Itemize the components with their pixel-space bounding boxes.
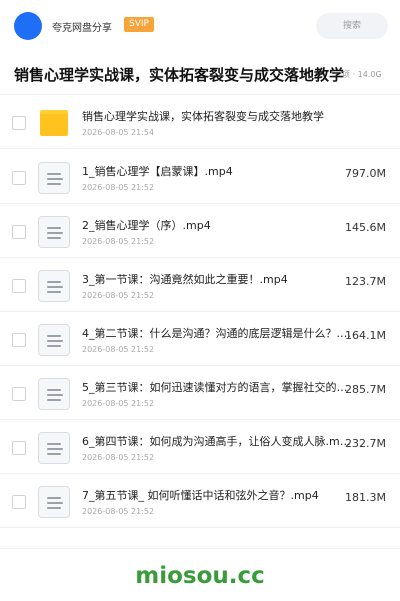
file-date: 2026-08-05 21:52: [82, 453, 155, 462]
file-name: 5_第三节课：如何迅速读懂对方的语言，掌握社交的主动权.mp4: [82, 381, 352, 394]
checkbox[interactable]: [12, 116, 26, 130]
avatar[interactable]: [14, 12, 42, 40]
video-file-icon: [38, 270, 70, 302]
file-date: 2026-08-05 21:52: [82, 399, 155, 408]
list-item[interactable]: 5_第三节课：如何迅速读懂对方的语言，掌握社交的主动权.mp4 2026-08-…: [0, 366, 400, 420]
list-item[interactable]: 6_第四节课：如何成为沟通高手，让俗人变成人脉.mp4 2026-08-05 2…: [0, 420, 400, 474]
checkbox[interactable]: [12, 225, 26, 239]
file-date: 2026-08-05 21:52: [82, 507, 155, 516]
folder-meta: 项 · 14.0G: [342, 70, 382, 79]
page-title: 销售心理学实战课，实体拓客裂变与成交落地教学: [14, 66, 344, 84]
video-file-icon: [38, 486, 70, 518]
video-file-icon: [38, 216, 70, 248]
svip-badge: SVIP: [124, 17, 154, 32]
file-size: 145.6M: [345, 221, 386, 234]
list-item[interactable]: 1_销售心理学【启蒙课】.mp4 2026-08-05 21:52 797.0M: [0, 150, 400, 204]
checkbox[interactable]: [12, 495, 26, 509]
file-name: 2_销售心理学（序）.mp4: [82, 219, 211, 232]
file-date: 2026-08-05 21:52: [82, 345, 155, 354]
file-size: 797.0M: [345, 167, 386, 180]
checkbox[interactable]: [12, 387, 26, 401]
file-name: 3_第一节课：沟通竟然如此之重要！.mp4: [82, 273, 288, 286]
file-date: 2026-08-05 21:52: [82, 237, 155, 246]
file-size: 285.7M: [345, 383, 386, 396]
video-file-icon: [38, 378, 70, 410]
share-title: 夸克网盘分享: [52, 23, 112, 34]
file-name: 4_第二节课：什么是沟通？沟通的底层逻辑是什么？.mp4: [82, 327, 352, 340]
file-size: 181.3M: [345, 491, 386, 504]
list-item[interactable]: 7_第五节课_ 如何听懂话中话和弦外之音？.mp4 2026-08-05 21:…: [0, 474, 400, 528]
file-date: 2026-08-05 21:54: [82, 128, 155, 137]
list-item[interactable]: 4_第二节课：什么是沟通？沟通的底层逻辑是什么？.mp4 2026-08-05 …: [0, 312, 400, 366]
checkbox[interactable]: [12, 333, 26, 347]
folder-icon: [38, 107, 70, 139]
search-input[interactable]: 搜索: [316, 13, 388, 39]
list-item[interactable]: 2_销售心理学（序）.mp4 2026-08-05 21:52 145.6M: [0, 204, 400, 258]
file-size: 232.7M: [345, 437, 386, 450]
file-name: 7_第五节课_ 如何听懂话中话和弦外之音？.mp4: [82, 489, 319, 502]
file-date: 2026-08-05 21:52: [82, 291, 155, 300]
top-bar: 夸克网盘分享 SVIP 搜索: [0, 0, 400, 52]
video-file-icon: [38, 432, 70, 464]
file-name: 1_销售心理学【启蒙课】.mp4: [82, 165, 233, 178]
checkbox[interactable]: [12, 441, 26, 455]
checkbox[interactable]: [12, 279, 26, 293]
checkbox[interactable]: [12, 171, 26, 185]
list-item-folder[interactable]: 销售心理学实战课，实体拓客裂变与成交落地教学 2026-08-05 21:54: [0, 95, 400, 149]
video-file-icon: [38, 162, 70, 194]
file-size: 123.7M: [345, 275, 386, 288]
file-name: 销售心理学实战课，实体拓客裂变与成交落地教学: [82, 110, 324, 123]
watermark: miosou.cc: [135, 563, 265, 589]
file-size: 164.1M: [345, 329, 386, 342]
list-item[interactable]: 3_第一节课：沟通竟然如此之重要！.mp4 2026-08-05 21:52 1…: [0, 258, 400, 312]
file-date: 2026-08-05 21:52: [82, 183, 155, 192]
file-name: 6_第四节课：如何成为沟通高手，让俗人变成人脉.mp4: [82, 435, 352, 448]
video-file-icon: [38, 324, 70, 356]
